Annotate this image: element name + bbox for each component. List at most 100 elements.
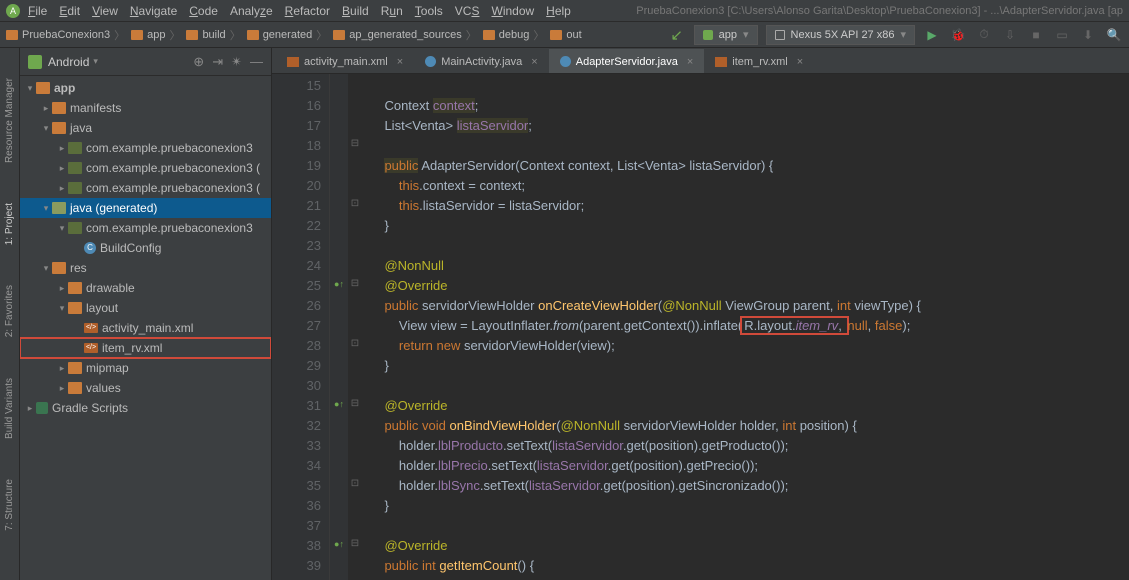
tree-app[interactable]: ▾app xyxy=(20,78,271,98)
folder-icon xyxy=(68,362,82,374)
tree-package[interactable]: ▸com.example.pruebaconexion3 ( xyxy=(20,158,271,178)
folder-icon xyxy=(68,302,82,314)
window-title: PruebaConexion3 [C:\Users\Alonso Garita\… xyxy=(636,5,1123,17)
breadcrumb[interactable]: build〉 xyxy=(186,27,244,43)
project-tree: ▾app ▸manifests ▾java ▸com.example.prueb… xyxy=(20,76,271,580)
debug-button[interactable]: 🐞 xyxy=(949,26,967,44)
menu-edit[interactable]: Edit xyxy=(59,4,80,18)
left-tool-rail: Resource Manager 1: Project 2: Favorites… xyxy=(0,48,20,580)
tree-buildconfig[interactable]: CBuildConfig xyxy=(20,238,271,258)
folder-icon xyxy=(52,262,66,274)
package-icon xyxy=(68,162,82,174)
tab-activity-main[interactable]: activity_main.xml× xyxy=(276,49,414,73)
tree-values[interactable]: ▸values xyxy=(20,378,271,398)
tool-project[interactable]: 1: Project xyxy=(4,203,15,245)
collapse-icon[interactable]: ⇥ xyxy=(212,54,223,70)
tab-adapter-servidor[interactable]: AdapterServidor.java× xyxy=(549,49,705,73)
sync-icon[interactable]: ↙ xyxy=(668,26,686,44)
editor-area: activity_main.xml× MainActivity.java× Ad… xyxy=(272,48,1129,580)
menu-view[interactable]: View xyxy=(92,4,118,18)
folder-icon xyxy=(52,122,66,134)
xml-icon: </> xyxy=(84,343,98,353)
profile-button[interactable]: ⏱ xyxy=(975,26,993,44)
class-icon xyxy=(425,56,436,67)
tree-drawable[interactable]: ▸drawable xyxy=(20,278,271,298)
menu-bar: A FFileile Edit View Navigate Code Analy… xyxy=(0,0,1129,22)
folder-icon xyxy=(550,30,562,40)
menu-file[interactable]: FFileile xyxy=(28,4,47,18)
android-studio-logo-icon: A xyxy=(6,4,20,18)
attach-button[interactable]: ⇩ xyxy=(1001,26,1019,44)
close-icon[interactable]: × xyxy=(797,56,803,68)
phone-icon xyxy=(775,30,785,40)
menu-run[interactable]: Run xyxy=(381,4,403,18)
line-gutter: 1516171819202122232425262728293031323334… xyxy=(272,74,330,580)
folder-icon xyxy=(247,30,259,40)
tree-java[interactable]: ▾java xyxy=(20,118,271,138)
menu-build[interactable]: Build xyxy=(342,4,369,18)
sdk-button[interactable]: ⬇ xyxy=(1079,26,1097,44)
xml-icon: </> xyxy=(84,323,98,333)
sidebar-view-selector[interactable]: Android xyxy=(48,55,89,69)
package-icon xyxy=(68,182,82,194)
source-code[interactable]: Context context; List<Venta> listaServid… xyxy=(362,74,1129,580)
tool-build-variants[interactable]: Build Variants xyxy=(4,378,15,439)
chevron-down-icon[interactable]: ▾ xyxy=(93,56,98,67)
tree-package[interactable]: ▸com.example.pruebaconexion3 xyxy=(20,138,271,158)
breadcrumb-root[interactable]: PruebaConexion3〉 xyxy=(6,27,129,43)
tree-package[interactable]: ▸com.example.pruebaconexion3 ( xyxy=(20,178,271,198)
menu-code[interactable]: Code xyxy=(189,4,218,18)
tree-java-generated[interactable]: ▾java (generated) xyxy=(20,198,271,218)
tree-layout[interactable]: ▾layout xyxy=(20,298,271,318)
tool-resource-manager[interactable]: Resource Manager xyxy=(4,78,15,163)
tree-gradle[interactable]: ▸Gradle Scripts xyxy=(20,398,271,418)
avd-button[interactable]: ▭ xyxy=(1053,26,1071,44)
tool-structure[interactable]: 7: Structure xyxy=(4,479,15,531)
breadcrumb[interactable]: debug〉 xyxy=(483,27,549,43)
run-button[interactable]: ▶ xyxy=(923,26,941,44)
code-editor[interactable]: 1516171819202122232425262728293031323334… xyxy=(272,74,1129,580)
menu-window[interactable]: Window xyxy=(491,4,534,18)
xml-icon xyxy=(287,57,299,67)
close-icon[interactable]: × xyxy=(397,56,403,68)
locate-icon[interactable]: ⊕ xyxy=(193,54,204,70)
breadcrumb[interactable]: app〉 xyxy=(131,27,184,43)
tree-manifests[interactable]: ▸manifests xyxy=(20,98,271,118)
tree-mipmap[interactable]: ▸mipmap xyxy=(20,358,271,378)
module-icon xyxy=(36,82,50,94)
menu-navigate[interactable]: Navigate xyxy=(130,4,177,18)
menu-refactor[interactable]: Refactor xyxy=(285,4,330,18)
tree-activity-main[interactable]: </>activity_main.xml xyxy=(20,318,271,338)
gutter-marks: ●↑ ●↑ ●↑ xyxy=(330,74,348,580)
android-icon xyxy=(28,55,42,69)
menu-tools[interactable]: Tools xyxy=(415,4,443,18)
hide-icon[interactable]: — xyxy=(250,54,263,70)
class-icon: C xyxy=(84,242,96,254)
search-icon[interactable]: 🔍 xyxy=(1105,26,1123,44)
close-icon[interactable]: × xyxy=(531,56,537,68)
tool-favorites[interactable]: 2: Favorites xyxy=(4,285,15,337)
tree-res[interactable]: ▾res xyxy=(20,258,271,278)
fold-column[interactable]: ⊟ ⊡ ⊟ ⊡ ⊟ ⊡ ⊟ xyxy=(348,74,362,580)
tab-item-rv[interactable]: item_rv.xml× xyxy=(704,49,814,73)
device-selector[interactable]: Nexus 5X API 27 x86▾ xyxy=(766,25,915,45)
tab-main-activity[interactable]: MainActivity.java× xyxy=(414,49,549,73)
menu-help[interactable]: Help xyxy=(546,4,571,18)
menu-vcs[interactable]: VCS xyxy=(455,4,480,18)
navigation-bar: PruebaConexion3〉 app〉 build〉 generated〉 … xyxy=(0,22,1129,48)
tree-item-rv[interactable]: </>item_rv.xml xyxy=(20,338,271,358)
breadcrumb[interactable]: ap_generated_sources〉 xyxy=(333,27,481,43)
class-icon xyxy=(560,56,571,67)
stop-button[interactable]: ■ xyxy=(1027,26,1045,44)
run-config-selector[interactable]: app▾ xyxy=(694,25,758,45)
folder-icon xyxy=(131,30,143,40)
breadcrumb[interactable]: generated〉 xyxy=(247,27,332,43)
project-sidebar: Android ▾ ⊕ ⇥ ✴ — ▾app ▸manifests ▾java … xyxy=(20,48,272,580)
close-icon[interactable]: × xyxy=(687,56,693,68)
settings-icon[interactable]: ✴ xyxy=(231,54,242,70)
breadcrumb[interactable]: out xyxy=(550,29,581,41)
folder-icon xyxy=(186,30,198,40)
folder-icon xyxy=(483,30,495,40)
tree-package[interactable]: ▾com.example.pruebaconexion3 xyxy=(20,218,271,238)
menu-analyze[interactable]: Analyze xyxy=(230,4,273,18)
